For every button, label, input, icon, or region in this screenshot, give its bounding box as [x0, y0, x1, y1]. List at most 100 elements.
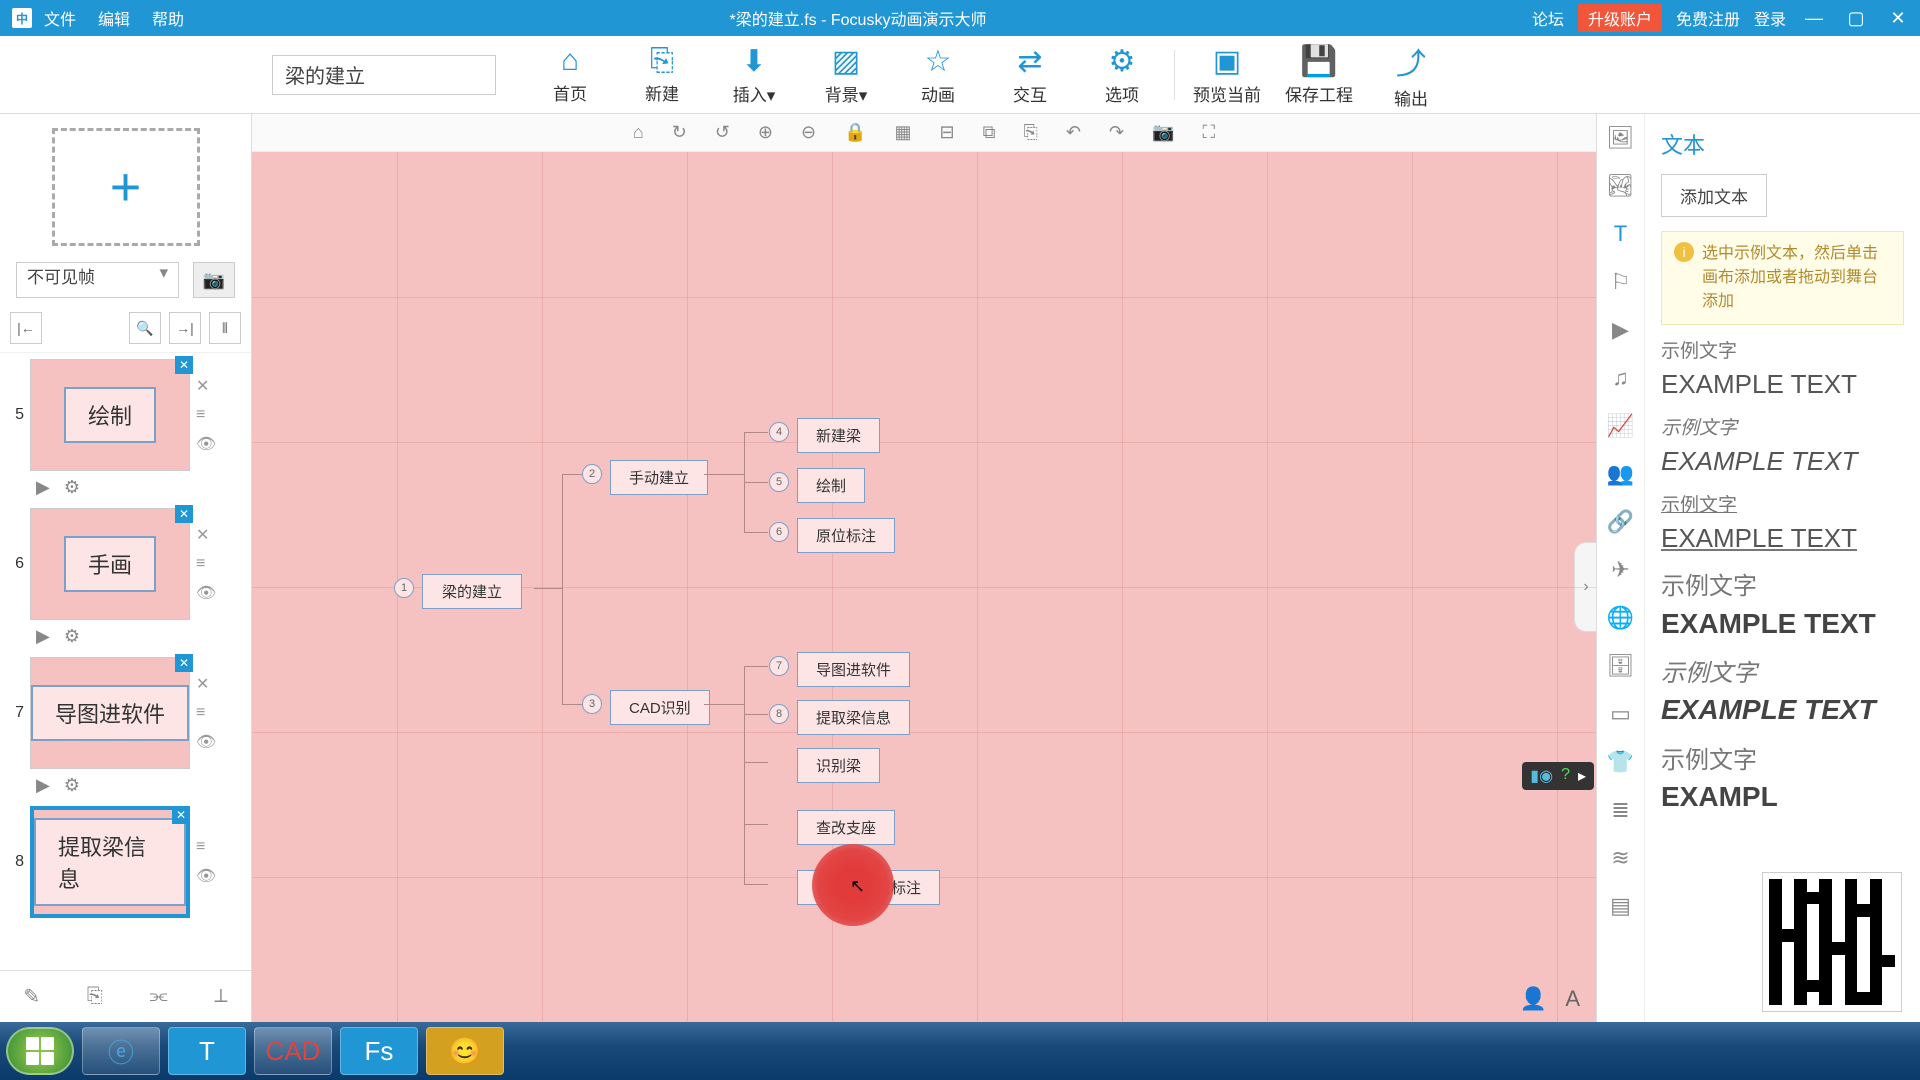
thumb-play-icon[interactable]: ▶ — [36, 477, 50, 498]
redo2-icon[interactable]: ↷ — [1109, 122, 1124, 143]
task-app-t[interactable]: T — [168, 1027, 246, 1075]
tab-globe-icon[interactable]: 🌐 — [1605, 602, 1637, 634]
thumb-visibility-icon[interactable]: 👁 — [196, 866, 216, 886]
nav-arrange-button[interactable]: ⫴ — [209, 312, 241, 344]
link-slide-button[interactable]: ⫘ — [150, 985, 168, 1008]
camera2-icon[interactable]: 📷 — [1152, 122, 1174, 143]
fullscreen-icon[interactable]: ⛶ — [1203, 122, 1216, 143]
tab-db-icon[interactable]: 🗄 — [1605, 650, 1637, 682]
font-icon[interactable]: A — [1565, 986, 1580, 1012]
thumb-close-icon[interactable]: ✕ — [175, 356, 193, 374]
insert-button[interactable]: ⬇插入▾ — [708, 36, 800, 114]
background-button[interactable]: ▨背景▾ — [800, 36, 892, 114]
tab-landscape-icon[interactable]: 🏞 — [1605, 170, 1637, 202]
tab-window-icon[interactable]: ▭ — [1605, 698, 1637, 730]
presentation-title-input[interactable] — [272, 55, 496, 95]
tab-chart-icon[interactable]: 📈 — [1605, 410, 1637, 442]
link-register[interactable]: 免费注册 — [1676, 6, 1740, 30]
menu-file[interactable]: 文件 — [44, 6, 76, 30]
thumb-visibility-icon[interactable]: 👁 — [196, 732, 216, 752]
thumb-settings-icon[interactable]: ⚙ — [64, 477, 80, 498]
new-button[interactable]: ⎘新建 — [616, 36, 708, 114]
tab-book-icon[interactable]: ▤ — [1605, 890, 1637, 922]
floating-toolbar[interactable]: ▮◉ ? ▸ — [1522, 762, 1594, 790]
mindmap-node[interactable]: 手动建立 — [610, 460, 708, 495]
float-close-icon[interactable]: ▸ — [1578, 766, 1586, 786]
tab-video-icon[interactable]: ▶ — [1605, 314, 1637, 346]
zoom-out-icon[interactable]: ⊖ — [801, 122, 816, 143]
tab-shirt-icon[interactable]: 👕 — [1605, 746, 1637, 778]
thumbnail[interactable]: 绘制 ✕ — [30, 359, 190, 471]
sample-text-6[interactable]: 示例文字EXAMPL — [1661, 744, 1904, 817]
tab-image-icon[interactable]: 🖼 — [1605, 122, 1637, 154]
animation-button[interactable]: ☆动画 — [892, 36, 984, 114]
task-focusky[interactable]: Fs — [340, 1027, 418, 1075]
mindmap-node[interactable]: CAD识别 — [610, 690, 710, 725]
thumbnail-list[interactable]: 5 绘制 ✕ ✕ ≡ 👁 ▶⚙ 6 手画 ✕ ✕ ≡ 👁 ▶⚙ 7 导图进软件 … — [0, 353, 251, 970]
export-button[interactable]: ⤴输出 — [1365, 36, 1457, 114]
canvas-redo-icon[interactable]: ↻ — [672, 122, 687, 143]
visibility-select[interactable]: 不可见帧 — [16, 262, 179, 298]
mindmap-node[interactable]: 绘制 — [797, 468, 865, 503]
mindmap-node[interactable]: 新建梁 — [797, 418, 880, 453]
thumb-visibility-icon[interactable]: 👁 — [196, 434, 216, 454]
mindmap-node[interactable]: 导图进软件 — [797, 652, 910, 687]
mindmap-node[interactable]: 查改支座 — [797, 810, 895, 845]
thumb-menu-icon[interactable]: ≡ — [196, 555, 216, 573]
thumb-close-x-icon[interactable]: ✕ — [196, 376, 216, 396]
grid-icon[interactable]: ▦ — [895, 122, 912, 143]
thumb-visibility-icon[interactable]: 👁 — [196, 583, 216, 603]
thumb-menu-icon[interactable]: ≡ — [196, 704, 216, 722]
start-button[interactable] — [6, 1027, 74, 1075]
tab-plane-icon[interactable]: ✈ — [1605, 554, 1637, 586]
tab-link-icon[interactable]: 🔗 — [1605, 506, 1637, 538]
thumb-close-x-icon[interactable]: ✕ — [196, 525, 216, 545]
float-help-icon[interactable]: ? — [1561, 766, 1570, 786]
menu-help[interactable]: 帮助 — [152, 6, 184, 30]
nav-first-button[interactable]: |← — [10, 312, 42, 344]
edit-slide-button[interactable]: ✎ — [23, 984, 40, 1009]
thumb-settings-icon[interactable]: ⚙ — [64, 775, 80, 796]
mindmap-node[interactable]: 识别梁 — [797, 748, 880, 783]
mindmap-node[interactable]: 提取梁信息 — [797, 700, 910, 735]
thumb-play-icon[interactable]: ▶ — [36, 626, 50, 647]
tab-layers-icon[interactable]: ≋ — [1605, 842, 1637, 874]
tab-flag-icon[interactable]: ⚐ — [1605, 266, 1637, 298]
add-frame-button[interactable]: + — [52, 128, 200, 246]
thumb-close-icon[interactable]: ✕ — [175, 505, 193, 523]
nav-search-button[interactable]: 🔍 — [129, 312, 161, 344]
paste-icon[interactable]: ⎘ — [1024, 122, 1038, 143]
link-forum[interactable]: 论坛 — [1532, 6, 1564, 30]
thumb-play-icon[interactable]: ▶ — [36, 775, 50, 796]
sample-text-4[interactable]: 示例文字EXAMPLE TEXT — [1661, 570, 1904, 643]
sample-text-3[interactable]: 示例文字EXAMPLE TEXT — [1661, 493, 1904, 556]
add-text-button[interactable]: 添加文本 — [1661, 174, 1767, 217]
tab-people-icon[interactable]: 👥 — [1605, 458, 1637, 490]
lock-icon[interactable]: 🔒 — [844, 122, 866, 143]
thumbnail[interactable]: 提取梁信息 ✕ — [30, 806, 190, 918]
task-ie[interactable]: ⓔ — [82, 1027, 160, 1075]
sample-text-2[interactable]: 示例文字EXAMPLE TEXT — [1661, 416, 1904, 479]
thumb-close-x-icon[interactable]: ✕ — [196, 674, 216, 694]
nav-last-button[interactable]: →| — [169, 312, 201, 344]
options-button[interactable]: ⚙选项 — [1076, 36, 1168, 114]
undo2-icon[interactable]: ↶ — [1066, 122, 1081, 143]
canvas-undo-icon[interactable]: ↺ — [715, 122, 730, 143]
minimize-button[interactable]: — — [1800, 8, 1828, 29]
upgrade-button[interactable]: 升级账户 — [1578, 4, 1662, 32]
zoom-in-icon[interactable]: ⊕ — [758, 122, 773, 143]
canvas-home-icon[interactable]: ⌂ — [633, 122, 644, 143]
sample-text-1[interactable]: 示例文字EXAMPLE TEXT — [1661, 339, 1904, 402]
task-app-orange[interactable]: 😊 — [426, 1027, 504, 1075]
user-avatar-icon[interactable]: 👤 — [1520, 986, 1547, 1012]
thumb-close-icon[interactable]: ✕ — [172, 806, 190, 824]
task-cad[interactable]: CAD — [254, 1027, 332, 1075]
sample-text-5[interactable]: 示例文字EXAMPLE TEXT — [1661, 657, 1904, 730]
thumb-menu-icon[interactable]: ≡ — [196, 838, 216, 856]
save-button[interactable]: 💾保存工程 — [1273, 36, 1365, 114]
mindmap-node[interactable]: 梁的建立 — [422, 574, 522, 609]
float-contact-icon[interactable]: ▮◉ — [1530, 766, 1553, 786]
copy-icon[interactable]: ⧉ — [983, 122, 996, 143]
preview-button[interactable]: ▣预览当前 — [1181, 36, 1273, 114]
maximize-button[interactable]: ▢ — [1842, 8, 1870, 29]
